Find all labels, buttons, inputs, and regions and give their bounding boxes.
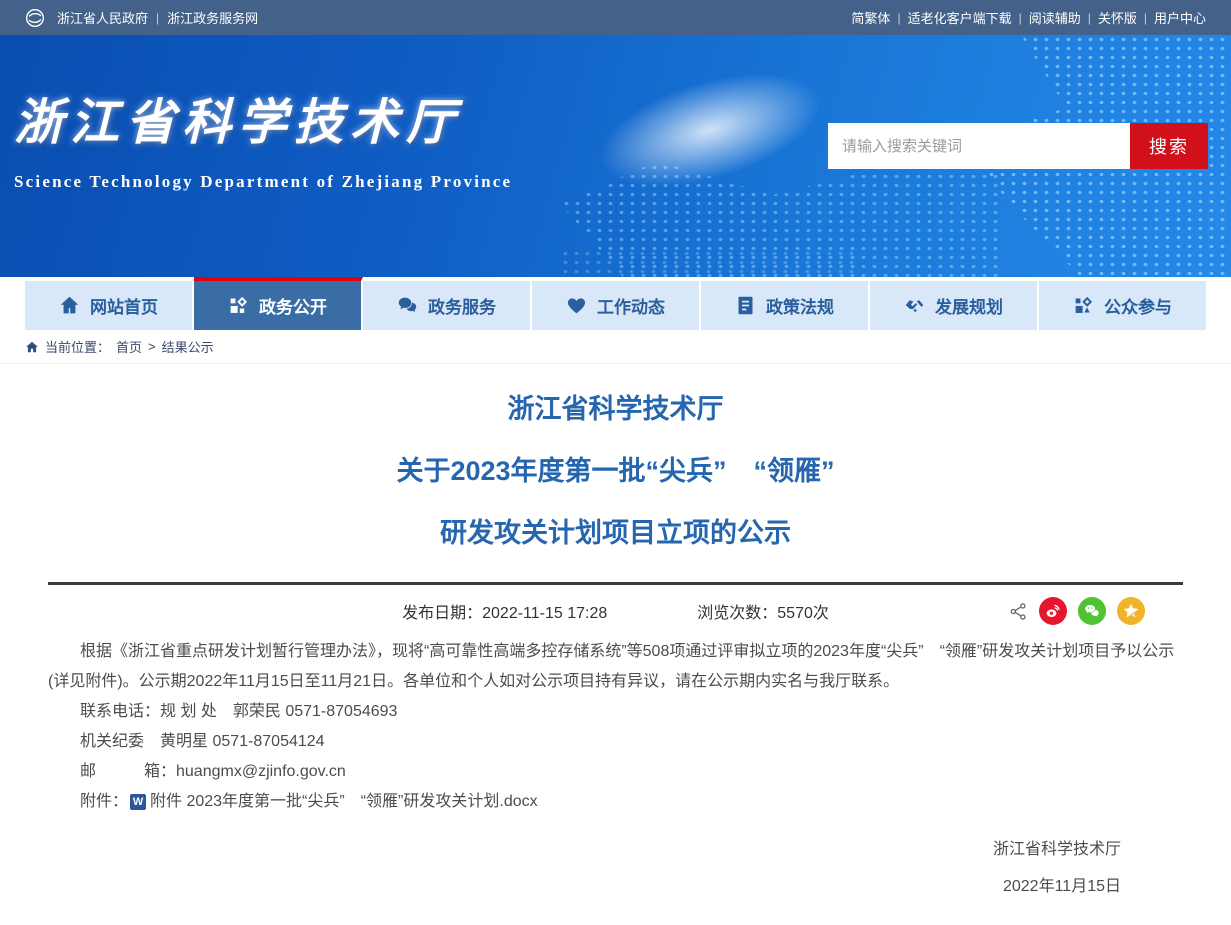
topbar-link-user-center[interactable]: 用户中心 [1154, 8, 1206, 27]
tab-gov-open[interactable]: 政务公开 [194, 277, 363, 330]
contact-phone-line: 联系电话：规 划 处 郭荣民 0571-87054693 [48, 697, 1183, 727]
article-signature: 浙江省科学技术厅 2022年11月15日 [48, 831, 1183, 905]
share-toolbar [1009, 597, 1145, 625]
tab-label: 政策法规 [766, 293, 834, 318]
tab-gov-service[interactable]: 政务服务 [363, 277, 532, 330]
discipline-contact-line: 机关纪委 黄明星 0571-87054124 [48, 727, 1183, 757]
tab-policy[interactable]: 政策法规 [701, 277, 870, 330]
home-icon [25, 340, 39, 354]
tab-label: 工作动态 [597, 293, 665, 318]
publish-date: 发布日期：2022-11-15 17:28 [402, 599, 607, 623]
weibo-icon[interactable] [1039, 597, 1067, 625]
gov-open-icon [228, 295, 249, 316]
topbar-link-simplified-traditional[interactable]: 简繁体 [851, 8, 890, 27]
separator: | [156, 11, 159, 25]
search-button[interactable]: 搜索 [1130, 123, 1208, 169]
signature-org: 浙江省科学技术厅 [48, 831, 1121, 868]
article-paragraph: 根据《浙江省重点研发计划暂行管理办法》，现将“高可靠性高端多控存储系统”等508… [48, 637, 1183, 697]
heart-icon [566, 295, 587, 316]
tab-label: 发展规划 [935, 293, 1003, 318]
article-title-line-3: 研发攻关计划项目立项的公示 [48, 520, 1183, 547]
tab-label: 政务公开 [259, 293, 327, 318]
tab-label: 政务服务 [428, 293, 496, 318]
topbar-link-care-version[interactable]: 关怀版 [1098, 8, 1137, 27]
world-map-dots [560, 249, 860, 277]
main-nav: 网站首页 政务公开 政务服务 工作动态 政策法规 发展规划 公众参与 [25, 277, 1206, 330]
search-bar: 搜索 [828, 123, 1208, 169]
topbar-link-service-net[interactable]: 浙江政务服务网 [167, 8, 258, 27]
tab-development-plan[interactable]: 发展规划 [870, 277, 1039, 330]
tab-work-news[interactable]: 工作动态 [532, 277, 701, 330]
share-icon[interactable] [1009, 602, 1028, 621]
tab-label: 网站首页 [90, 293, 158, 318]
participate-icon [1073, 295, 1094, 316]
document-icon [735, 295, 756, 316]
breadcrumb-bar: 当前位置： 首页 > 结果公示 [0, 330, 1231, 364]
tab-label: 公众参与 [1104, 293, 1172, 318]
article-meta: 发布日期：2022-11-15 17:28 浏览次数：5570次 [48, 585, 1183, 637]
email-line: 邮 箱：huangmx@zjinfo.gov.cn [48, 757, 1183, 787]
breadcrumb-prefix: 当前位置： [45, 337, 110, 356]
wechat-icon[interactable] [1078, 597, 1106, 625]
qzone-icon[interactable] [1117, 597, 1145, 625]
breadcrumb-home[interactable]: 首页 [116, 337, 142, 356]
site-logo-subtitle: Science Technology Department of Zhejian… [14, 172, 512, 192]
attachment-label: 附件： [80, 787, 128, 817]
search-input[interactable] [828, 123, 1130, 169]
topbar-link-elderly-client[interactable]: 适老化客户端下载 [908, 8, 1012, 27]
article: 浙江省科学技术厅 关于2023年度第一批“尖兵” “领雁” 研发攻关计划项目立项… [48, 364, 1183, 925]
word-doc-icon: W [130, 794, 146, 810]
handshake-icon [904, 295, 925, 316]
site-logo: 浙江省科学技术厅 Science Technology Department o… [14, 83, 512, 192]
home-icon [59, 295, 80, 316]
topbar-link-reading-aid[interactable]: 阅读辅助 [1029, 8, 1081, 27]
tab-public-participation[interactable]: 公众参与 [1039, 277, 1206, 330]
view-count: 浏览次数：5570次 [697, 599, 829, 623]
attachment-line: 附件： W 附件 2023年度第一批“尖兵” “领雁”研发攻关计划.docx [48, 787, 1183, 817]
breadcrumb-separator: > [148, 339, 156, 354]
article-title-line-2: 关于2023年度第一批“尖兵” “领雁” [48, 458, 1183, 485]
chat-bubbles-icon [397, 295, 418, 316]
attachment-link[interactable]: 附件 2023年度第一批“尖兵” “领雁”研发攻关计划.docx [150, 787, 538, 817]
article-body: 根据《浙江省重点研发计划暂行管理办法》，现将“高可靠性高端多控存储系统”等508… [48, 637, 1183, 817]
breadcrumb: 当前位置： 首页 > 结果公示 [25, 330, 1206, 363]
signature-date: 2022年11月15日 [48, 868, 1121, 905]
breadcrumb-current[interactable]: 结果公示 [162, 337, 214, 356]
site-banner: 浙江省科学技术厅 Science Technology Department o… [0, 35, 1231, 277]
gov-emblem-icon [25, 8, 45, 28]
tab-home[interactable]: 网站首页 [25, 277, 194, 330]
site-logo-text: 浙江省科学技术厅 [14, 83, 512, 154]
topbar: 浙江省人民政府 | 浙江政务服务网 简繁体 | 适老化客户端下载 | 阅读辅助 … [0, 0, 1231, 35]
article-title-line-1: 浙江省科学技术厅 [48, 396, 1183, 423]
topbar-link-provincial-gov[interactable]: 浙江省人民政府 [57, 8, 148, 27]
